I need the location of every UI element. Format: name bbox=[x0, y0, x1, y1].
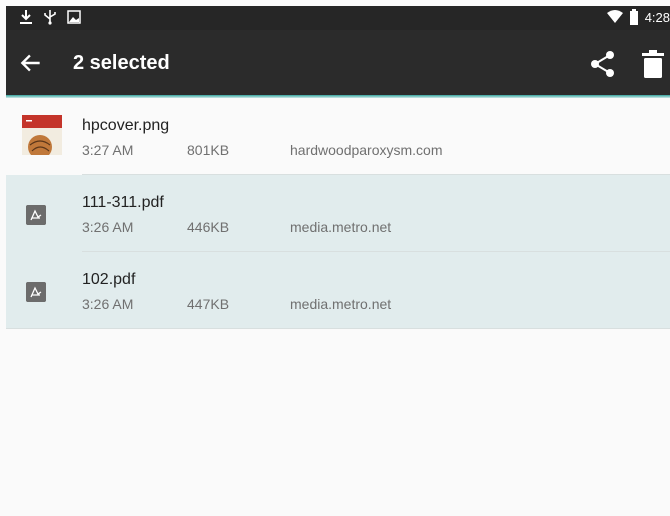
downloads-list: hpcover.png 3:27 AM 801KB hardwoodparoxy… bbox=[6, 98, 670, 329]
source-domain: media.metro.net bbox=[290, 296, 392, 312]
action-mode-bar: 2 selected bbox=[6, 30, 670, 95]
download-icon bbox=[20, 10, 32, 24]
status-right-icons: 4:28 bbox=[606, 9, 670, 25]
file-size: 446KB bbox=[187, 219, 230, 235]
arrow-back-icon[interactable] bbox=[18, 50, 44, 76]
share-icon[interactable] bbox=[589, 50, 617, 78]
source-domain: media.metro.net bbox=[290, 219, 392, 235]
file-size: 447KB bbox=[187, 296, 230, 312]
list-item-selected[interactable]: 102.pdf 3:26 AM 447KB media.metro.net bbox=[6, 252, 670, 329]
list-item[interactable]: hpcover.png 3:27 AM 801KB hardwoodparoxy… bbox=[6, 98, 670, 175]
delete-icon[interactable] bbox=[642, 50, 664, 78]
usb-icon bbox=[44, 10, 56, 25]
file-name: 102.pdf bbox=[82, 271, 136, 288]
status-left-icons bbox=[19, 9, 81, 25]
source-domain: hardwoodparoxysm.com bbox=[290, 142, 443, 158]
battery-icon bbox=[629, 9, 638, 25]
status-bar: 4:28 bbox=[6, 6, 670, 30]
download-time: 3:26 AM bbox=[82, 219, 134, 235]
download-time: 3:27 AM bbox=[82, 142, 134, 158]
image-thumbnail bbox=[22, 115, 62, 155]
file-name: hpcover.png bbox=[82, 117, 170, 134]
selection-count-title: 2 selected bbox=[73, 52, 170, 74]
status-time: 4:28 bbox=[644, 9, 670, 25]
image-icon bbox=[67, 10, 81, 24]
download-time: 3:26 AM bbox=[82, 296, 134, 312]
pdf-icon bbox=[26, 282, 46, 302]
file-name: 111-311.pdf bbox=[82, 194, 164, 211]
list-item-selected[interactable]: 111-311.pdf 3:26 AM 446KB media.metro.ne… bbox=[6, 175, 670, 252]
pdf-icon bbox=[26, 205, 46, 225]
wifi-icon bbox=[606, 10, 623, 23]
file-size: 801KB bbox=[187, 142, 230, 158]
row-divider bbox=[6, 328, 670, 329]
